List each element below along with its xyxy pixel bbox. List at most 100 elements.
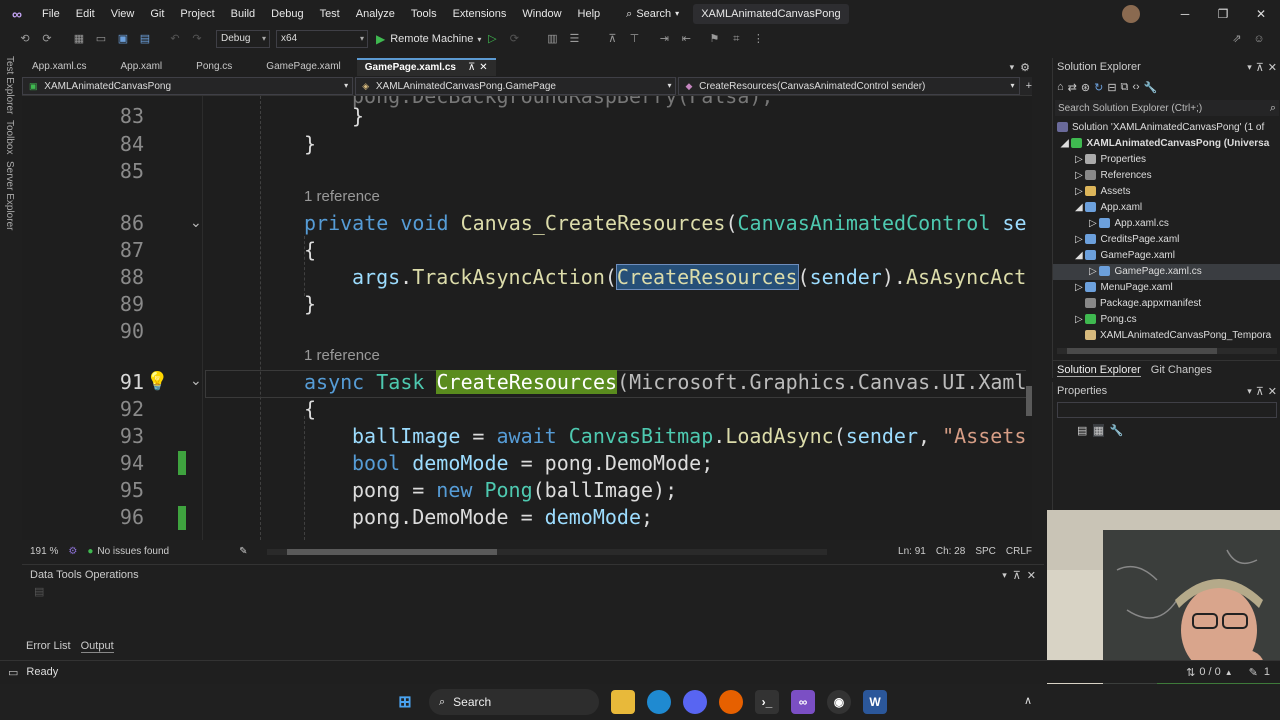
tree-item-app-xaml-cs[interactable]: ▷ App.xaml.cs (1053, 216, 1280, 232)
share-icon[interactable]: ⇗ (1228, 30, 1246, 48)
minimize-button[interactable]: ─ (1166, 0, 1204, 28)
lightbulb-icon[interactable]: 💡 (146, 371, 168, 392)
codelens-reference[interactable]: 1 reference (304, 188, 380, 205)
tree-item-gamepage-xaml-cs[interactable]: ▷ GamePage.xaml.cs (1053, 264, 1280, 280)
properties-object-select[interactable] (1057, 402, 1277, 418)
tab-git-changes[interactable]: Git Changes (1151, 364, 1212, 376)
tree-item-project[interactable]: ◢ XAMLAnimatedCanvasPong (Universa (1053, 136, 1280, 152)
feedback-icon[interactable]: ☺ (1250, 30, 1268, 48)
member-dropdown[interactable]: ◆ CreateResources(CanvasAnimatedControl … (678, 77, 1020, 95)
maximize-button[interactable]: ❐ (1204, 0, 1242, 28)
menu-view[interactable]: View (103, 0, 143, 28)
close-pane-icon[interactable]: ✕ (1027, 569, 1036, 582)
pane-dropdown-icon[interactable]: ▾ (1002, 570, 1007, 581)
code-view-icon[interactable]: ‹› (1132, 81, 1139, 93)
edge-browser-icon[interactable] (647, 690, 671, 714)
tab-pong-cs[interactable]: Pong.cs (188, 58, 240, 76)
close-panel-icon[interactable]: ✕ (1268, 61, 1277, 74)
collapse-icon[interactable]: ⌄ (190, 214, 202, 231)
overflow-icon[interactable]: ⋮ (749, 30, 767, 48)
tab-error-list[interactable]: Error List (26, 640, 71, 652)
menu-test[interactable]: Test (312, 0, 348, 28)
new-item-icon[interactable]: ▦ (70, 30, 88, 48)
alphabetical-icon[interactable]: ▦ (1093, 424, 1104, 437)
horizontal-scrollbar[interactable] (267, 548, 828, 555)
configuration-select[interactable]: Debug ▾ (216, 30, 270, 48)
project-dropdown[interactable]: ▣ XAMLAnimatedCanvasPong ▾ (22, 77, 354, 95)
code-editor[interactable]: pong.DecBackgroundRaspBerry(Falsa); 💡 ⌄ … (22, 96, 1032, 540)
menu-debug[interactable]: Debug (263, 0, 311, 28)
menu-git[interactable]: Git (142, 0, 172, 28)
menu-edit[interactable]: Edit (68, 0, 103, 28)
discord-icon[interactable] (683, 690, 707, 714)
start-without-debugging-icon[interactable]: ▷ (483, 30, 501, 48)
pin-icon[interactable]: ⊼ (1256, 61, 1264, 74)
menu-extensions[interactable]: Extensions (445, 0, 515, 28)
git-sync-icon[interactable]: ⇅ (1186, 666, 1195, 679)
tree-item-menupage-xaml[interactable]: ▷ MenuPage.xaml (1053, 280, 1280, 296)
server-explorer-tab[interactable]: Server Explorer (4, 161, 15, 230)
menu-window[interactable]: Window (514, 0, 569, 28)
toggle-icon[interactable]: ⊤ (625, 30, 643, 48)
codelens-reference[interactable]: 1 reference (304, 347, 380, 364)
wrench-icon[interactable]: 🔧 (1110, 424, 1124, 437)
tree-item-temporary-key[interactable]: XAMLAnimatedCanvasPong_Tempora (1053, 328, 1280, 344)
obs-recording-icon[interactable]: ◉ (827, 690, 851, 714)
pin-icon[interactable]: ⊼ (1256, 385, 1264, 398)
zoom-level[interactable]: 191 % (30, 546, 58, 557)
save-icon[interactable]: ▣ (114, 30, 132, 48)
menu-tools[interactable]: Tools (403, 0, 445, 28)
git-icon[interactable]: ⊛ (1081, 81, 1090, 94)
tree-item-solution[interactable]: Solution 'XAMLAnimatedCanvasPong' (1 of (1053, 120, 1277, 136)
class-dropdown[interactable]: ◈ XAMLAnimatedCanvasPong.GamePage ▾ (355, 77, 677, 95)
back-icon[interactable]: ⟲ (16, 30, 34, 48)
firefox-icon[interactable] (719, 690, 743, 714)
avatar[interactable] (1122, 5, 1140, 23)
indent-icon[interactable]: ⇥ (655, 30, 673, 48)
tab-list-dropdown-icon[interactable]: ▾ (1010, 62, 1015, 73)
collapse-all-icon[interactable]: ⊟ (1107, 81, 1116, 94)
hot-reload-icon[interactable]: ⟳ (505, 30, 523, 48)
visual-studio-icon[interactable]: ∞ (791, 690, 815, 714)
tree-item-package-manifest[interactable]: Package.appxmanifest (1053, 296, 1280, 312)
pencil-icon[interactable]: ✎ (1249, 666, 1258, 679)
test-explorer-tab[interactable]: Test Explorer (4, 56, 15, 114)
redo-icon[interactable]: ↷ (188, 30, 206, 48)
open-folder-icon[interactable]: ▭ (92, 30, 110, 48)
categorized-icon[interactable]: ▤ (1077, 424, 1087, 437)
brush-icon[interactable]: ✎ (239, 546, 247, 557)
menu-analyze[interactable]: Analyze (348, 0, 403, 28)
sync-icon[interactable]: ⇄ (1068, 81, 1077, 94)
tree-item-references[interactable]: ▷ References (1053, 168, 1280, 184)
run-button[interactable]: ▶ Remote Machine ▾ (376, 32, 481, 46)
pin-icon[interactable]: ⊼ (468, 59, 475, 77)
panel-dropdown-icon[interactable]: ▾ (1247, 386, 1252, 397)
windows-start-icon[interactable]: ⊞ (393, 690, 417, 714)
wrench-icon[interactable]: 🔧 (1144, 81, 1158, 94)
tab-app-xaml[interactable]: App.xaml (112, 58, 170, 76)
show-all-icon[interactable]: ⧉ (1121, 81, 1129, 94)
issues-status[interactable]: No issues found (97, 546, 169, 557)
solution-search[interactable]: Search Solution Explorer (Ctrl+;) ⌕ (1055, 100, 1279, 116)
panel-dropdown-icon[interactable]: ▾ (1247, 62, 1252, 73)
tree-item-pong-cs[interactable]: ▷ Pong.cs (1053, 312, 1280, 328)
close-panel-icon[interactable]: ✕ (1268, 385, 1277, 398)
tree-item-assets[interactable]: ▷ Assets (1053, 184, 1280, 200)
whitespace-mode[interactable]: SPC (975, 546, 996, 557)
word-icon[interactable]: W (863, 690, 887, 714)
settings-gear-icon[interactable]: ⚙ (1020, 61, 1030, 74)
save-all-icon[interactable]: ▤ (136, 30, 154, 48)
tab-gamepage-xaml[interactable]: GamePage.xaml (258, 58, 348, 76)
tab-gamepage-xaml-cs[interactable]: GamePage.xaml.cs ⊼ ✕ (356, 58, 496, 77)
terminal-icon[interactable]: ›_ (755, 690, 779, 714)
bookmark-icon[interactable]: ⚑ (705, 30, 723, 48)
close-button[interactable]: ✕ (1242, 0, 1280, 28)
forward-icon[interactable]: ⟳ (38, 30, 56, 48)
tree-item-app-xaml[interactable]: ◢ App.xaml (1053, 200, 1280, 216)
file-explorer-icon[interactable] (611, 690, 635, 714)
tab-app-xaml-cs[interactable]: App.xaml.cs (24, 58, 94, 76)
change-count[interactable]: 1 (1264, 666, 1270, 678)
xaml-designer-icon[interactable]: ⊼ (603, 30, 621, 48)
menu-project[interactable]: Project (172, 0, 222, 28)
scrollbar-thumb[interactable] (1026, 386, 1032, 416)
